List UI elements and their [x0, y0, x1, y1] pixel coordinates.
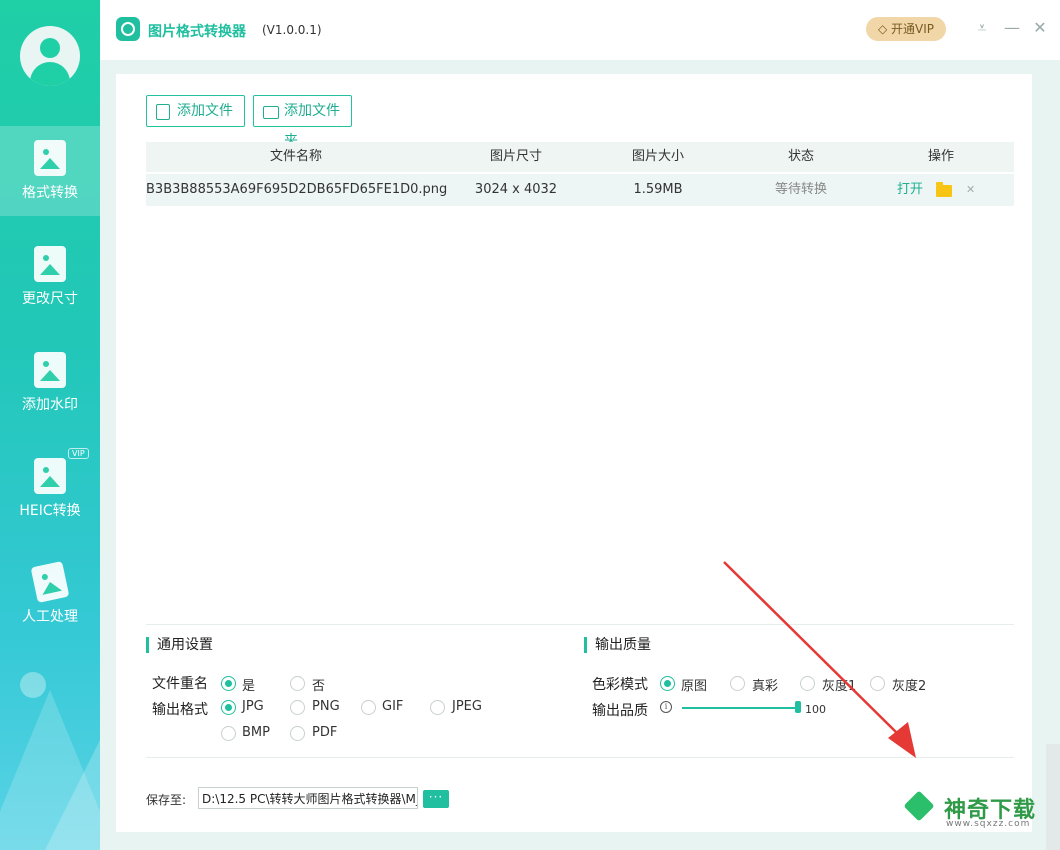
menu-dropdown-icon[interactable]: ⩡ — [972, 18, 992, 38]
image-convert-icon — [34, 140, 66, 176]
file-table-header: 文件名称 图片尺寸 图片大小 状态 操作 — [146, 142, 1014, 172]
file-dimensions: 3024 x 4032 — [474, 182, 558, 197]
color-truecolor-label: 真彩 — [752, 679, 779, 694]
app-title: 图片格式转换器 — [148, 24, 246, 40]
file-name: B3B3B88553A69F695D2DB65FD65FE1D0.png — [146, 182, 448, 197]
general-settings-title: 通用设置 — [146, 637, 213, 653]
format-pdf-label: PDF — [312, 725, 338, 740]
close-icon[interactable]: ✕ — [1030, 18, 1050, 38]
app-version: (V1.0.0.1) — [262, 23, 322, 37]
save-path-input[interactable]: D:\12.5 PC\转转大师图片格式转换器\M_ — [198, 787, 418, 809]
diamond-icon: ◇ — [877, 22, 888, 36]
add-folder-icon — [263, 106, 279, 119]
sidebar-item-label: 添加水印 — [22, 397, 78, 413]
avatar-head — [40, 38, 60, 58]
image-watermark-icon — [34, 352, 66, 388]
format-gif-label: GIF — [382, 699, 404, 714]
sidebar: 格式转换 更改尺寸 添加水印 VIP HEIC转换 人工处理 — [0, 0, 100, 850]
format-bmp-label: BMP — [242, 725, 270, 740]
color-gray2-label: 灰度2 — [892, 679, 927, 694]
format-jpeg-label: JPEG — [452, 699, 482, 714]
format-gif-radio[interactable] — [361, 700, 376, 715]
sidebar-item-format-convert[interactable]: 格式转换 — [0, 126, 100, 216]
format-jpg-radio[interactable] — [221, 700, 236, 715]
sidebar-item-label: 更改尺寸 — [22, 291, 78, 307]
format-bmp-radio[interactable] — [221, 726, 236, 741]
minimize-icon[interactable]: — — [1002, 18, 1022, 38]
format-png-radio[interactable] — [290, 700, 305, 715]
header-actions: 操作 — [927, 149, 954, 164]
add-file-button[interactable]: 添加文件 — [146, 95, 245, 127]
decorative-mountain — [40, 740, 100, 850]
sidebar-item-resize[interactable]: 更改尺寸 — [0, 232, 100, 322]
header-file-name: 文件名称 — [269, 149, 322, 164]
divider — [146, 624, 1014, 625]
open-file-link[interactable]: 打开 — [897, 174, 923, 206]
rename-no-label: 否 — [312, 679, 326, 694]
image-resize-icon — [34, 246, 66, 282]
output-quality-title: 输出质量 — [584, 637, 651, 653]
vip-badge: VIP — [68, 448, 89, 459]
format-pdf-radio[interactable] — [290, 726, 305, 741]
rename-yes-radio[interactable] — [221, 676, 236, 691]
sidebar-item-watermark[interactable]: 添加水印 — [0, 338, 100, 428]
output-format-label: 输出格式 — [152, 702, 208, 718]
header-status: 状态 — [787, 149, 814, 164]
sidebar-item-label: 格式转换 — [22, 185, 78, 201]
save-to-label: 保存至: — [146, 793, 187, 807]
manual-edit-icon — [30, 561, 70, 603]
format-png-label: PNG — [312, 699, 340, 714]
info-icon[interactable]: i — [660, 701, 672, 713]
user-avatar[interactable] — [20, 26, 80, 86]
format-jpg-label: JPG — [242, 699, 264, 714]
sidebar-item-label: 人工处理 — [22, 609, 78, 625]
quality-value: 100 — [805, 703, 826, 716]
quality-slider-thumb[interactable] — [795, 701, 801, 713]
sidebar-item-heic[interactable]: VIP HEIC转换 — [0, 444, 100, 534]
folder-icon[interactable] — [936, 182, 952, 197]
file-size: 1.59MB — [633, 182, 683, 197]
open-vip-button[interactable]: ◇ 开通VIP — [866, 17, 946, 41]
color-gray1-radio[interactable] — [800, 676, 815, 691]
add-file-label: 添加文件 — [177, 103, 233, 119]
header-file-size: 图片大小 — [631, 149, 684, 164]
rename-label: 文件重名 — [152, 676, 208, 692]
delete-icon[interactable]: ✕ — [966, 174, 975, 206]
rename-no-radio[interactable] — [290, 676, 305, 691]
title-bar: 图片格式转换器 (V1.0.0.1) ◇ 开通VIP ⩡ — ✕ — [100, 0, 1060, 60]
color-truecolor-radio[interactable] — [730, 676, 745, 691]
app-logo-icon — [116, 17, 140, 41]
vip-button-label: 开通VIP — [891, 22, 935, 36]
header-dimensions: 图片尺寸 — [489, 149, 542, 164]
color-gray2-radio[interactable] — [870, 676, 885, 691]
divider — [146, 757, 1014, 758]
add-folder-button[interactable]: 添加文件夹 — [253, 95, 352, 149]
watermark-url: www.sqxzz.com — [946, 819, 1031, 829]
output-quality-label: 输出品质 — [592, 703, 648, 719]
sidebar-item-label: HEIC转换 — [19, 503, 81, 519]
browse-button[interactable]: ··· — [423, 790, 449, 808]
format-jpeg-radio[interactable] — [430, 700, 445, 715]
color-original-radio[interactable] — [660, 676, 675, 691]
color-original-label: 原图 — [681, 679, 708, 694]
sidebar-item-manual[interactable]: 人工处理 — [0, 550, 100, 640]
table-row[interactable]: B3B3B88553A69F695D2DB65FD65FE1D0.png 302… — [146, 174, 1014, 206]
color-mode-label: 色彩模式 — [592, 677, 648, 693]
watermark-bar — [1046, 744, 1060, 850]
add-file-icon — [156, 104, 170, 120]
avatar-body — [30, 62, 70, 86]
color-gray1-label: 灰度1 — [822, 679, 857, 694]
quality-slider-track[interactable] — [682, 707, 798, 709]
file-status: 等待转换 — [774, 182, 827, 197]
heic-icon — [34, 458, 66, 494]
rename-yes-label: 是 — [242, 679, 256, 694]
